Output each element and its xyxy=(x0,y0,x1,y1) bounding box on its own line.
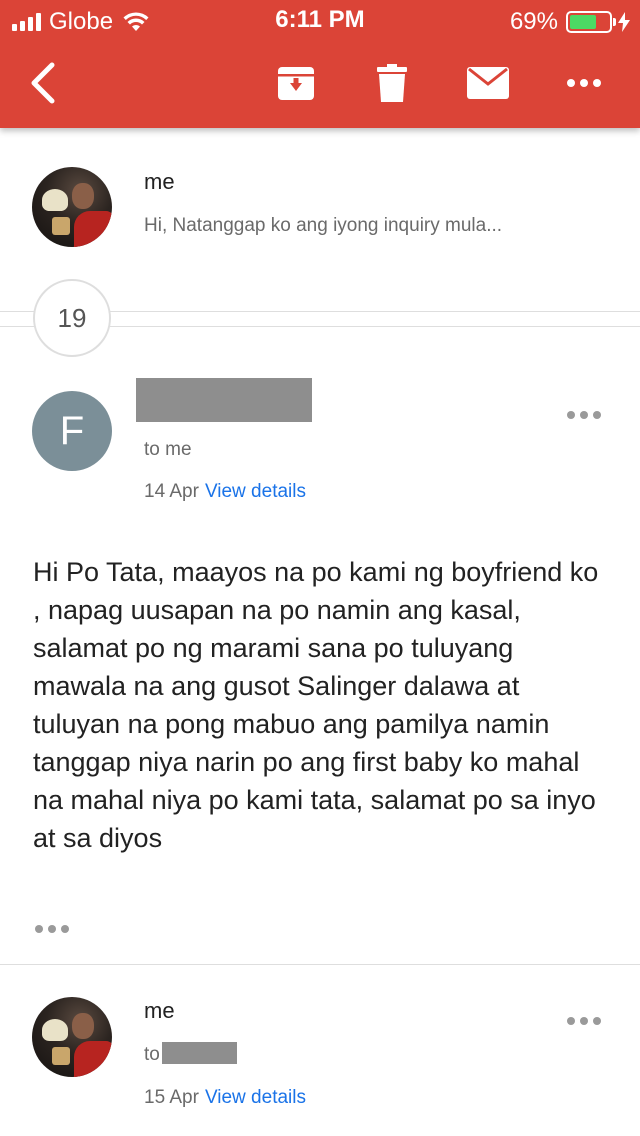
message-date: 15 Apr xyxy=(144,1087,199,1108)
message-date-row: 15 Apr View details xyxy=(144,1087,306,1109)
message-date: 14 Apr xyxy=(144,481,199,502)
mail-icon xyxy=(467,67,509,99)
sender-avatar xyxy=(32,167,112,247)
redacted-sender-name xyxy=(136,378,312,422)
message-snippet: Hi, Natanggap ko ang iyong inquiry mula.… xyxy=(144,215,503,236)
recipient-label: to me xyxy=(144,439,192,460)
recipient-prefix: to xyxy=(144,1044,160,1065)
divider xyxy=(0,964,640,965)
redacted-recipient xyxy=(162,1042,237,1064)
view-details-link[interactable]: View details xyxy=(205,1087,306,1108)
toolbar xyxy=(0,40,640,128)
message-body: Hi Po Tata, maayos na po kami ng boyfrie… xyxy=(33,557,599,853)
back-button[interactable] xyxy=(18,58,68,108)
show-trimmed-content-button[interactable] xyxy=(35,924,69,934)
top-app-bar: Globe 6:11 PM 69% xyxy=(0,0,640,128)
message-more-button[interactable] xyxy=(567,410,601,420)
charging-bolt-icon xyxy=(618,12,630,32)
archive-icon xyxy=(278,67,314,100)
back-arrow-icon xyxy=(31,62,55,104)
message-date-row: 14 Apr View details xyxy=(144,481,306,503)
battery-fill xyxy=(570,15,597,29)
sender-avatar xyxy=(32,997,112,1077)
sender-name: me xyxy=(144,998,175,1023)
archive-button[interactable] xyxy=(271,58,321,108)
battery-icon xyxy=(566,11,616,33)
sender-avatar: F xyxy=(32,391,112,471)
status-right: 69% xyxy=(510,8,630,36)
trash-icon xyxy=(377,64,407,102)
delete-button[interactable] xyxy=(367,58,417,108)
mark-unread-button[interactable] xyxy=(463,58,513,108)
view-details-link[interactable]: View details xyxy=(205,481,306,502)
battery-percent: 69% xyxy=(509,8,558,35)
more-options-button[interactable] xyxy=(559,58,609,108)
sender-name: me xyxy=(144,169,175,194)
hidden-messages-count[interactable]: 19 xyxy=(33,279,111,357)
status-bar: Globe 6:11 PM 69% xyxy=(0,0,640,40)
more-icon xyxy=(567,79,601,87)
message-more-button[interactable] xyxy=(567,1016,601,1026)
